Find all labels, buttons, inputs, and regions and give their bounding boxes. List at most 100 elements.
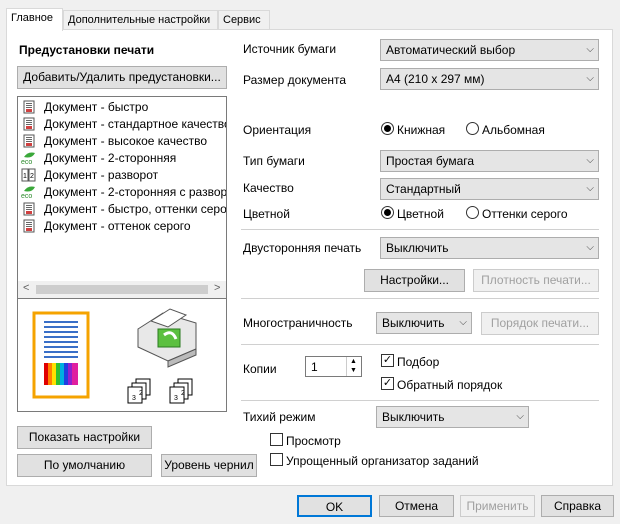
- job-arranger-label[interactable]: Упрощенный организатор заданий: [286, 454, 479, 468]
- grayscale-option-label[interactable]: Оттенки серого: [482, 207, 568, 221]
- svg-text:2: 2: [139, 390, 143, 397]
- reverse-order-checkbox[interactable]: ✓: [381, 377, 394, 390]
- preset-list-item[interactable]: 1 2 Документ - разворот: [21, 166, 158, 183]
- copies-value[interactable]: 1: [311, 360, 318, 374]
- preset-label: Документ - быстро, оттенки серого: [44, 201, 227, 216]
- copies-label: Копии: [243, 362, 277, 376]
- preset-label: Документ - высокое качество: [44, 133, 208, 148]
- svg-text:eco: eco: [21, 159, 32, 165]
- preset-list-item[interactable]: eco Документ - 2-сторонняя: [21, 149, 176, 166]
- collate-checkbox[interactable]: ✓: [381, 354, 394, 367]
- scrollbar-thumb[interactable]: [36, 285, 208, 294]
- copies-spinner[interactable]: 1 ▲ ▼: [305, 356, 362, 377]
- document-icon: [21, 202, 37, 216]
- paper-type-select[interactable]: Простая бумага ⌵: [380, 150, 599, 172]
- paper-source-select[interactable]: Автоматический выбор ⌵: [380, 39, 599, 61]
- quiet-mode-label: Тихий режим: [243, 410, 316, 424]
- ok-button[interactable]: OK: [297, 495, 372, 517]
- multipage-select[interactable]: Выключить ⌵: [376, 312, 472, 334]
- cancel-button[interactable]: Отмена: [379, 495, 454, 517]
- multipage-value: Выключить: [382, 316, 445, 330]
- svg-text:eco: eco: [21, 193, 32, 199]
- document-icon: [21, 134, 37, 148]
- chevron-down-icon: ⌵: [459, 317, 467, 328]
- add-remove-presets-button[interactable]: Добавить/Удалить предустановки...: [17, 66, 227, 89]
- eco-icon: eco: [21, 151, 37, 166]
- collate-label[interactable]: Подбор: [397, 355, 439, 369]
- pages-icon: 12: [21, 168, 37, 182]
- chevron-down-icon: ⌵: [586, 155, 594, 166]
- preset-list-item[interactable]: Документ - стандартное качество: [21, 115, 227, 132]
- grayscale-radio[interactable]: [466, 206, 479, 219]
- presets-list: Документ - быстро Документ - стандартное …: [17, 96, 227, 299]
- chevron-down-icon: ⌵: [586, 44, 594, 55]
- preview-label[interactable]: Просмотр: [286, 434, 341, 448]
- default-button[interactable]: По умолчанию: [17, 454, 152, 477]
- portrait-label[interactable]: Книжная: [397, 123, 445, 137]
- landscape-label[interactable]: Альбомная: [482, 123, 545, 137]
- printer-icon: [137, 308, 197, 368]
- duplex-select[interactable]: Выключить ⌵: [380, 237, 599, 259]
- color-radio[interactable]: [381, 206, 394, 219]
- chevron-down-icon: ⌵: [516, 411, 524, 422]
- scroll-right-icon[interactable]: >: [214, 282, 220, 294]
- preset-label: Документ - разворот: [44, 167, 159, 182]
- preview-graphic: 23 23: [32, 308, 197, 404]
- tab-main[interactable]: Главное: [6, 8, 63, 31]
- orientation-label: Ориентация: [243, 123, 312, 137]
- presets-title: Предустановки печати: [19, 43, 155, 57]
- collate-stack-icon: 23 23: [127, 378, 193, 404]
- quality-select[interactable]: Стандартный ⌵: [380, 178, 599, 200]
- color-option-label[interactable]: Цветной: [397, 207, 444, 221]
- quiet-mode-select[interactable]: Выключить ⌵: [376, 406, 529, 428]
- divider: [241, 344, 599, 345]
- show-settings-button[interactable]: Показать настройки: [17, 426, 152, 449]
- preview-checkbox[interactable]: [270, 433, 283, 446]
- page-order-button[interactable]: Порядок печати...: [481, 312, 599, 335]
- preset-label: Документ - быстро: [44, 99, 149, 114]
- svg-text:2: 2: [30, 173, 34, 180]
- preset-label: Документ - 2-сторонняя с разворот: [44, 184, 227, 199]
- quiet-mode-value: Выключить: [382, 410, 445, 424]
- spin-down-icon[interactable]: ▼: [350, 367, 357, 374]
- chevron-down-icon: ⌵: [586, 183, 594, 194]
- duplex-settings-button[interactable]: Настройки...: [364, 269, 465, 292]
- paper-type-value: Простая бумага: [386, 154, 475, 168]
- apply-button[interactable]: Применить: [460, 495, 535, 517]
- multipage-label: Многостраничность: [243, 316, 353, 330]
- tab-service[interactable]: Сервис: [218, 10, 270, 30]
- quality-label: Качество: [243, 181, 294, 195]
- horizontal-scrollbar[interactable]: < >: [18, 281, 226, 298]
- doc-size-select[interactable]: A4 (210 x 297 мм) ⌵: [380, 68, 599, 90]
- landscape-radio[interactable]: [466, 122, 479, 135]
- ink-level-button[interactable]: Уровень чернил: [161, 454, 257, 477]
- preset-label: Документ - 2-сторонняя: [44, 150, 177, 165]
- divider: [241, 400, 599, 401]
- preset-list-item[interactable]: Документ - оттенок серого: [21, 217, 191, 234]
- tab-advanced[interactable]: Дополнительные настройки: [63, 10, 218, 30]
- reverse-order-label[interactable]: Обратный порядок: [397, 378, 502, 392]
- print-density-button[interactable]: Плотность печати...: [473, 269, 599, 292]
- job-arranger-checkbox[interactable]: [270, 453, 283, 466]
- chevron-down-icon: ⌵: [586, 73, 594, 84]
- scroll-left-icon[interactable]: <: [23, 282, 29, 294]
- svg-text:2: 2: [181, 390, 185, 397]
- color-label: Цветной: [243, 207, 290, 221]
- spin-up-icon[interactable]: ▲: [350, 358, 357, 365]
- preset-list-item[interactable]: eco Документ - 2-сторонняя с разворот: [21, 183, 227, 200]
- duplex-value: Выключить: [386, 241, 449, 255]
- preset-list-item[interactable]: Документ - быстро: [21, 98, 148, 115]
- help-button[interactable]: Справка: [541, 495, 614, 517]
- eco-icon: eco: [21, 185, 37, 200]
- preset-label: Документ - стандартное качество: [44, 116, 227, 131]
- preset-list-item[interactable]: Документ - высокое качество: [21, 132, 207, 149]
- document-icon: [21, 100, 37, 114]
- print-preview: 23 23: [17, 298, 227, 412]
- doc-size-value: A4 (210 x 297 мм): [386, 72, 485, 86]
- portrait-radio[interactable]: [381, 122, 394, 135]
- paper-source-value: Автоматический выбор: [386, 43, 516, 57]
- paper-source-label: Источник бумаги: [243, 42, 337, 56]
- duplex-label: Двусторонняя печать: [243, 241, 362, 255]
- preset-list-item[interactable]: Документ - быстро, оттенки серого: [21, 200, 227, 217]
- preset-label: Документ - оттенок серого: [44, 218, 191, 233]
